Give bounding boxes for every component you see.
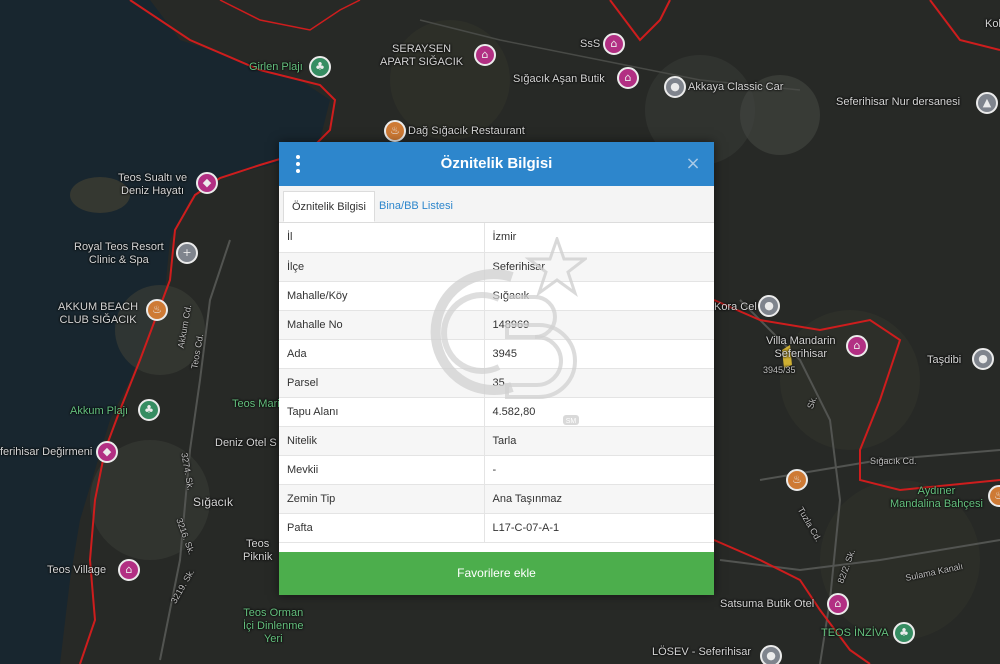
table-row: Mahalle No 148969: [279, 310, 714, 340]
row-key: İlçe: [279, 252, 485, 282]
dialog-tabs: Öznitelik Bilgisi Bina/BB Listesi: [279, 186, 714, 223]
row-key: Tapu Alanı: [279, 397, 485, 427]
row-key: Nitelik: [279, 426, 485, 456]
table-row: Mahalle/Köy Sığacık: [279, 281, 714, 311]
tab-building-list[interactable]: Bina/BB Listesi: [371, 191, 461, 222]
row-value: Sığacık: [484, 281, 714, 311]
table-row: Pafta L17-C-07-A-1: [279, 513, 714, 543]
add-to-favorites-button[interactable]: Favorilere ekle: [279, 552, 714, 595]
table-row: Parsel 35: [279, 368, 714, 398]
row-value: Seferihisar: [484, 252, 714, 282]
row-key: Mevkii: [279, 455, 485, 485]
row-key: Zemin Tip: [279, 484, 485, 514]
close-icon[interactable]: ×: [683, 154, 703, 174]
attribute-info-dialog: Öznitelik Bilgisi × Öznitelik Bilgisi Bi…: [279, 142, 714, 595]
row-value: 148969: [484, 310, 714, 340]
row-value: İzmir: [484, 223, 714, 253]
dialog-title: Öznitelik Bilgisi: [440, 155, 553, 172]
row-key: İl: [279, 223, 485, 253]
row-key: Pafta: [279, 513, 485, 543]
table-row: Tapu Alanı 4.582,80: [279, 397, 714, 427]
row-key: Ada: [279, 339, 485, 369]
table-row: Zemin Tip Ana Taşınmaz: [279, 484, 714, 514]
table-row: Nitelik Tarla: [279, 426, 714, 456]
row-key: Parsel: [279, 368, 485, 398]
row-key: Mahalle/Köy: [279, 281, 485, 311]
row-value: 4.582,80: [484, 397, 714, 427]
tab-attribute-info[interactable]: Öznitelik Bilgisi: [283, 191, 375, 222]
row-value: -: [484, 455, 714, 485]
row-key: Mahalle No: [279, 310, 485, 340]
row-value: 3945: [484, 339, 714, 369]
table-row: İlçe Seferihisar: [279, 252, 714, 282]
row-value: Tarla: [484, 426, 714, 456]
row-value: 35: [484, 368, 714, 398]
table-row: Ada 3945: [279, 339, 714, 369]
row-value: L17-C-07-A-1: [484, 513, 714, 543]
dialog-header: Öznitelik Bilgisi ×: [279, 142, 714, 186]
table-row: Mevkii -: [279, 455, 714, 485]
row-value: Ana Taşınmaz: [484, 484, 714, 514]
attribute-table: İl İzmir İlçe Seferihisar Mahalle/Köy Sı…: [279, 223, 714, 543]
table-row: İl İzmir: [279, 223, 714, 253]
